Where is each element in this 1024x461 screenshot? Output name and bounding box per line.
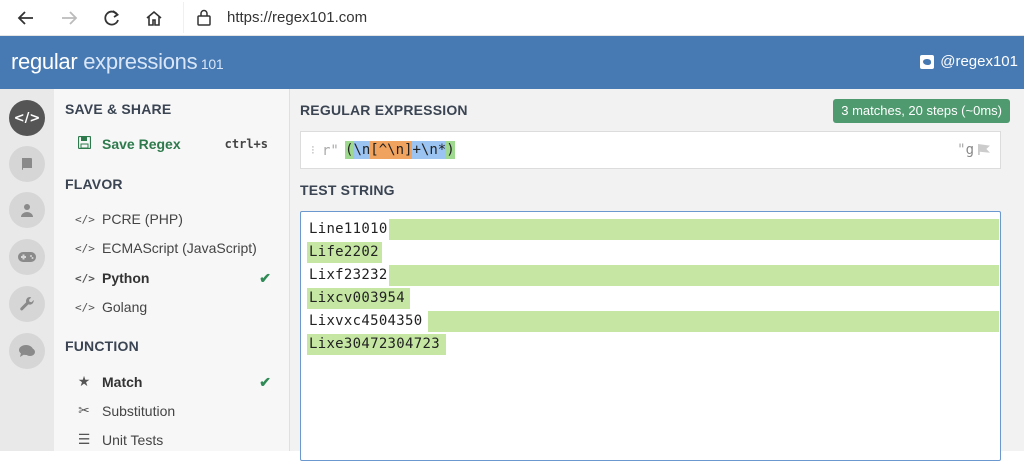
flavor-item-python[interactable]: </> Python ✔ xyxy=(75,267,275,289)
test-line: Lixf23232 xyxy=(307,265,999,286)
function-item-label: Substitution xyxy=(102,403,176,419)
flavor-item-ecmascript[interactable]: </> ECMAScript (JavaScript) xyxy=(75,237,275,259)
logo-version: 101 xyxy=(197,56,224,72)
function-item-label: Match xyxy=(102,374,143,390)
test-line: Line11010 xyxy=(307,219,999,240)
browser-toolbar: https://regex101.com xyxy=(0,0,1024,36)
twitter-icon xyxy=(920,54,935,69)
flavor-item-label: Python xyxy=(102,270,150,286)
test-line-text: Lixcv003954 xyxy=(309,290,406,306)
star-icon: ★ xyxy=(77,374,91,390)
regex-heading: REGULAR EXPRESSION xyxy=(300,102,468,118)
test-line: Lixe30472304723 xyxy=(307,334,999,355)
match-highlight xyxy=(389,265,999,286)
regex-token: ) xyxy=(446,141,455,159)
function-heading: FUNCTION xyxy=(65,338,139,354)
flavor-item-label: Golang xyxy=(102,299,148,315)
test-string-editor[interactable]: Line11010 Life2202 Lixf23232 Lixcv003954… xyxy=(300,211,1001,461)
test-line-text: Lixf23232 xyxy=(309,267,388,283)
flavor-item-golang[interactable]: </> Golang xyxy=(75,296,275,318)
flavor-item-label: PCRE (PHP) xyxy=(102,211,183,227)
reload-icon[interactable] xyxy=(100,6,124,30)
match-highlight xyxy=(428,311,999,332)
logo-word-expressions: expressions xyxy=(77,49,198,74)
scissors-icon: ✂ xyxy=(78,403,90,419)
address-bar[interactable]: https://regex101.com xyxy=(183,2,1024,33)
test-line: Lixvxc4504350 xyxy=(307,311,999,332)
function-item-label: Unit Tests xyxy=(102,432,164,448)
code-icon: </> xyxy=(75,241,95,255)
home-icon[interactable] xyxy=(142,6,166,30)
code-icon: </> xyxy=(75,212,95,226)
sidebar-panel: SAVE & SHARE Save Regex ctrl+s FLAVOR </… xyxy=(54,89,290,451)
flag-icon xyxy=(978,144,990,155)
gamepad-icon[interactable] xyxy=(9,239,45,275)
save-shortcut: ctrl+s xyxy=(224,137,268,151)
user-icon[interactable] xyxy=(9,192,45,228)
regex-flags[interactable]: "g xyxy=(957,142,990,158)
checkmark-icon: ✔ xyxy=(259,269,271,286)
regex-pattern: (\n[^\n]+\n*) xyxy=(345,141,455,159)
drag-handle-icon[interactable]: ⁝ xyxy=(311,143,315,157)
twitter-link[interactable]: @regex101 xyxy=(920,53,1018,70)
function-item-substitution[interactable]: ✂ Substitution xyxy=(75,400,275,422)
regex-token: \n* xyxy=(420,141,447,159)
back-icon[interactable] xyxy=(14,6,38,30)
main-area: REGULAR EXPRESSION 3 matches, 20 steps (… xyxy=(290,89,1024,461)
test-line-text: Life2202 xyxy=(309,244,379,260)
test-line-text: Lixvxc4504350 xyxy=(309,313,423,329)
chat-icon[interactable] xyxy=(9,333,45,369)
flavor-heading: FLAVOR xyxy=(65,176,123,192)
regex-input[interactable]: ⁝ r" (\n[^\n]+\n*) "g xyxy=(300,131,1001,169)
match-info-badge: 3 matches, 20 steps (~0ms) xyxy=(833,99,1010,123)
twitter-handle: @regex101 xyxy=(940,53,1018,70)
checkmark-icon: ✔ xyxy=(259,373,271,390)
save-share-heading: SAVE & SHARE xyxy=(65,101,172,117)
test-string-heading: TEST STRING xyxy=(300,182,395,198)
url-text: https://regex101.com xyxy=(227,9,368,26)
code-icon: </> xyxy=(75,271,95,285)
logo-word-regular: regular xyxy=(11,49,78,74)
regex-token: \n xyxy=(353,141,371,159)
match-highlight xyxy=(389,219,999,240)
flavor-item-pcre[interactable]: </> PCRE (PHP) xyxy=(75,208,275,230)
regex-token: + xyxy=(412,141,421,159)
regex-delimiter-open: r" xyxy=(322,143,339,159)
site-header: regular expressions 101 @regex101 xyxy=(0,36,1024,89)
wrench-icon[interactable] xyxy=(9,286,45,322)
save-regex-button[interactable]: Save Regex ctrl+s xyxy=(75,133,275,155)
regex-delimiter-close: " xyxy=(957,142,966,158)
test-line-text: Line11010 xyxy=(309,221,388,237)
regex-flag-letters: g xyxy=(965,142,974,158)
code-icon[interactable]: </> xyxy=(9,100,45,136)
floppy-icon xyxy=(75,135,93,152)
icon-rail: </> xyxy=(0,89,54,451)
save-regex-label: Save Regex xyxy=(102,136,181,152)
list-icon: ☰ xyxy=(77,432,91,448)
function-item-match[interactable]: ★ Match ✔ xyxy=(75,371,275,393)
regex-token: [^\n] xyxy=(370,141,413,159)
test-line: Life2202 xyxy=(307,242,999,263)
book-icon[interactable] xyxy=(9,146,45,182)
code-icon: </> xyxy=(75,300,95,314)
forward-icon[interactable] xyxy=(57,6,81,30)
lock-icon xyxy=(196,8,212,31)
site-logo[interactable]: regular expressions 101 xyxy=(11,49,224,75)
flavor-item-label: ECMAScript (JavaScript) xyxy=(102,240,257,256)
test-line-text: Lixe30472304723 xyxy=(309,336,440,352)
test-line: Lixcv003954 xyxy=(307,288,999,309)
function-item-unit-tests[interactable]: ☰ Unit Tests xyxy=(75,429,275,451)
